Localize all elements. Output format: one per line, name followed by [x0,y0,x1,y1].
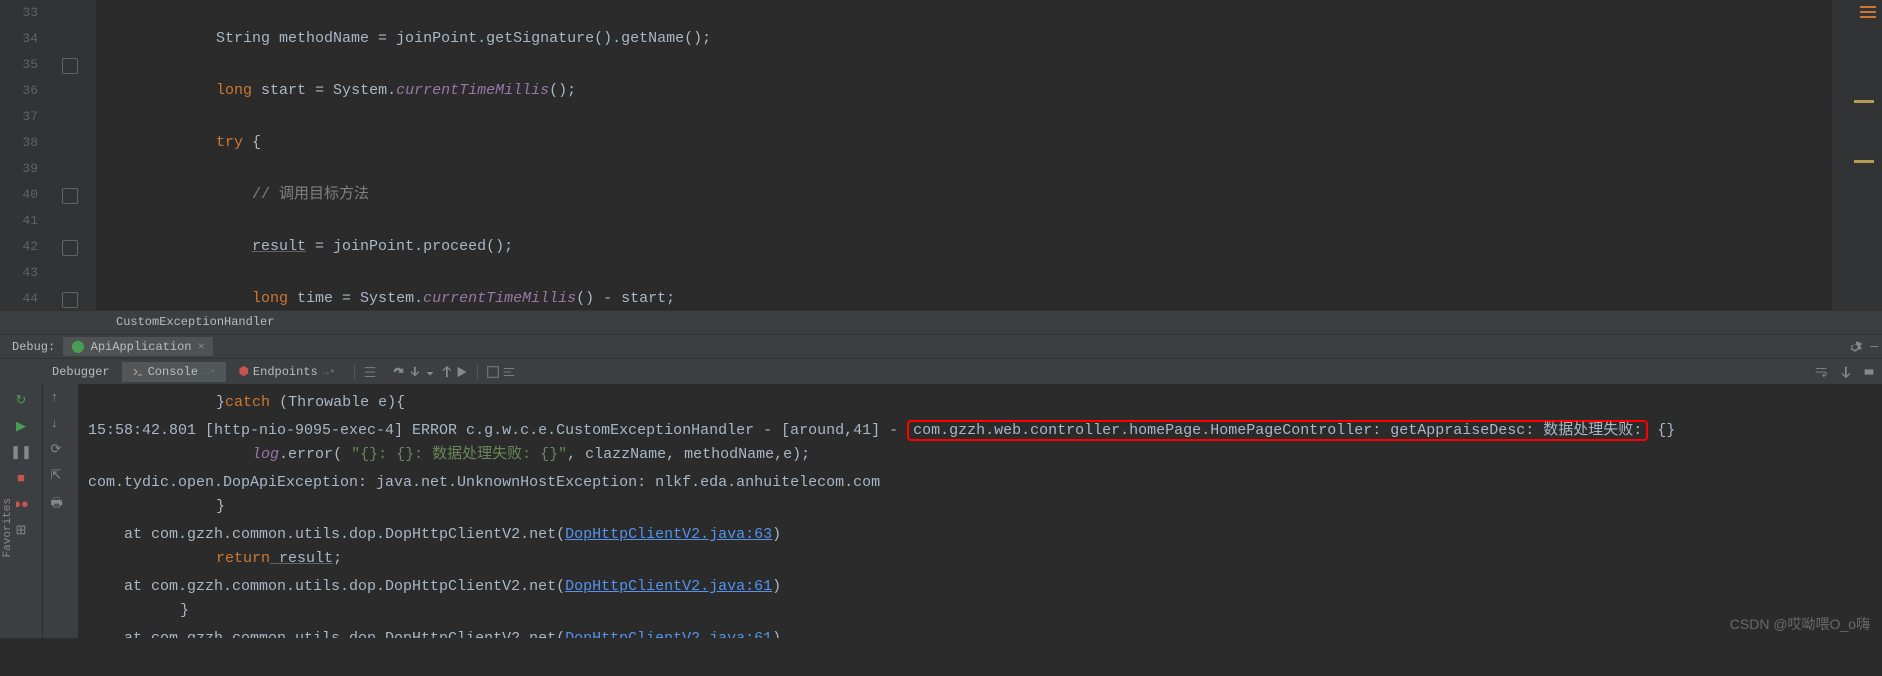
scroll-icon[interactable] [1838,365,1852,379]
wrap-icon[interactable] [1814,365,1828,379]
fold-icon[interactable] [62,58,78,74]
step-over-icon[interactable] [391,365,405,379]
step-toolbar: ↑ ↓ ⟳ ⇱ 🖶 [42,384,78,638]
step-out-icon[interactable] [439,365,453,379]
run-cursor-icon[interactable] [455,365,469,379]
rerun-icon[interactable]: ↻ [11,390,31,410]
sidebar-favorites[interactable]: Favorites [0,490,16,565]
tab-console[interactable]: Console →• [122,362,227,382]
warning-marker[interactable] [1854,160,1874,163]
warning-marker[interactable] [1854,100,1874,103]
console-tabs-bar: Debugger Console →• ⬢Endpoints →• [0,358,1882,384]
leaf-icon: ⬤ [71,339,84,354]
minimap[interactable] [1832,0,1882,310]
up-icon[interactable]: ↑ [51,390,71,410]
stop-icon[interactable]: ■ [11,468,31,488]
tab-endpoints[interactable]: ⬢Endpoints →• [228,361,346,382]
down-icon[interactable]: ↓ [51,416,71,436]
step-into-icon[interactable] [407,365,421,379]
watermark: CSDN @哎呦喂O_o嗨 [1730,614,1870,634]
step-icon[interactable] [423,365,437,379]
console-icon [132,366,144,378]
debug-label: Debug: [4,340,63,354]
tab-debugger[interactable]: Debugger [42,362,120,382]
expand-icon[interactable]: ⇱ [51,468,71,488]
gear-icon[interactable] [1848,340,1862,354]
code-content[interactable]: String methodName = joinPoint.getSignatu… [96,0,1832,310]
minimize-icon[interactable]: — [1870,339,1878,354]
filter-icon[interactable]: ⟳ [51,442,71,462]
print-icon[interactable]: 🖶 [51,494,71,514]
trace-icon[interactable] [502,365,516,379]
fold-gutter[interactable] [48,0,96,310]
debug-toolbar: Debug: ⬤ ApiApplication × — [0,334,1882,358]
resume-icon[interactable]: ▶ [11,416,31,436]
fold-icon[interactable] [62,188,78,204]
menu-icon[interactable] [1860,6,1876,18]
code-editor[interactable]: 333435363738394041424344 String methodNa… [0,0,1882,310]
evaluate-icon[interactable] [486,365,500,379]
debug-tab-app[interactable]: ⬤ ApiApplication × [63,337,212,356]
fold-icon[interactable] [62,292,78,308]
line-gutter: 333435363738394041424344 [0,0,48,310]
list-icon[interactable] [363,365,377,379]
close-icon[interactable]: × [197,340,204,354]
fold-icon[interactable] [62,240,78,256]
print-icon[interactable] [1862,365,1876,379]
pause-icon[interactable]: ❚❚ [11,442,31,462]
